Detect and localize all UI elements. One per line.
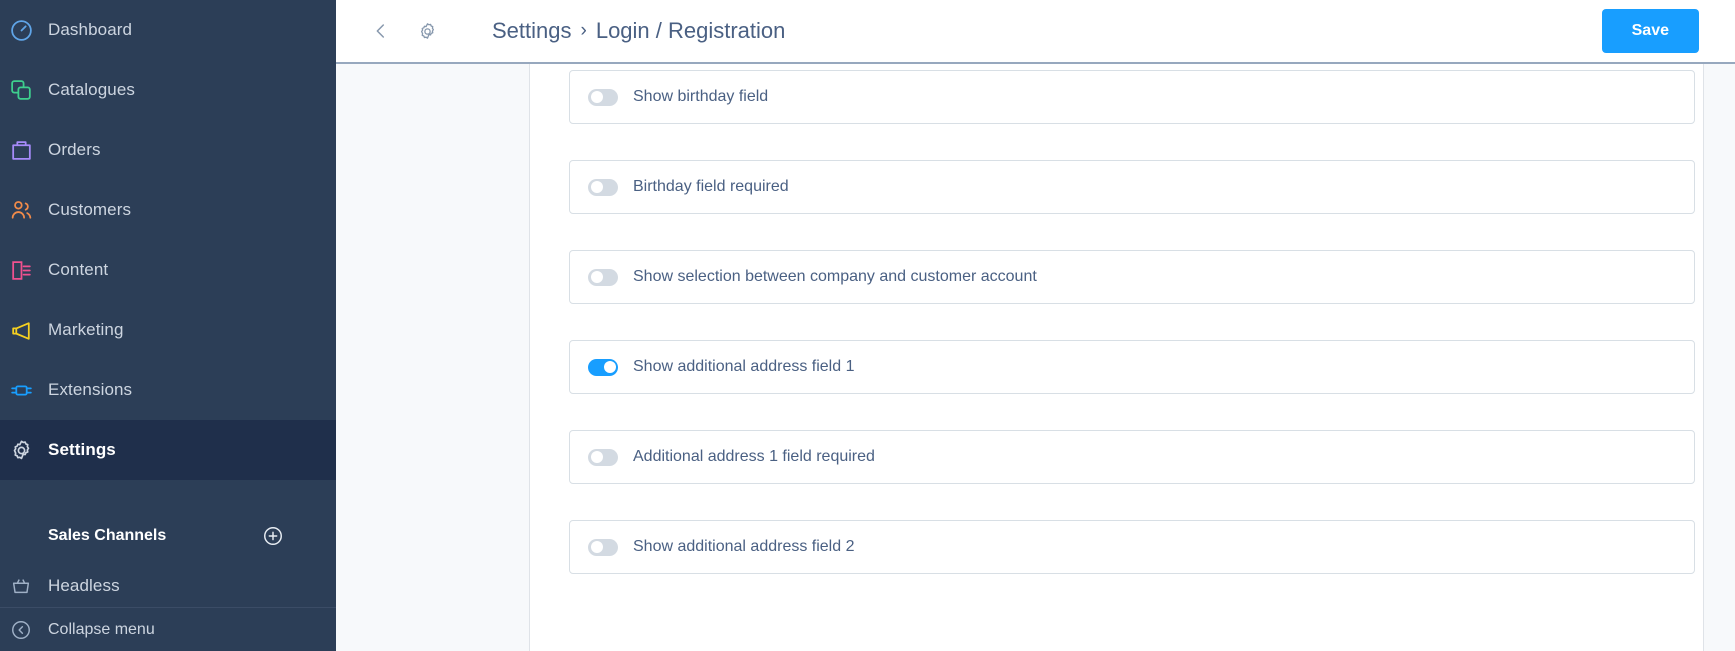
sidebar-item-dashboard[interactable]: Dashboard	[0, 0, 336, 60]
setting-row-label: Birthday field required	[633, 178, 789, 195]
toggle-switch[interactable]	[588, 178, 618, 196]
setting-row-label: Show additional address field 1	[633, 358, 855, 375]
toggle-knob	[590, 91, 603, 103]
right-rail	[1703, 64, 1735, 651]
customers-icon	[0, 198, 48, 223]
sidebar-item-extensions[interactable]: Extensions	[0, 360, 336, 420]
setting-row[interactable]: Show additional address field 1	[569, 340, 1695, 394]
extensions-icon	[0, 378, 48, 403]
sidebar-item-settings[interactable]: Settings	[0, 420, 336, 480]
sidebar-item-content[interactable]: Content	[0, 240, 336, 300]
admin-window: Dashboard Catalogues Orders Customers Co…	[0, 0, 1735, 651]
breadcrumb-current: Login / Registration	[595, 18, 786, 43]
toggle-switch[interactable]	[588, 88, 618, 106]
breadcrumb: Settings › Login / Registration	[492, 18, 785, 44]
content-area: Show birthday field Birthday field requir…	[336, 64, 1735, 651]
toggle-knob	[603, 361, 616, 373]
save-button[interactable]: Save	[1601, 9, 1699, 53]
setting-row-label: Show additional address field 2	[633, 538, 855, 555]
sidebar-item-label: Headless	[48, 576, 120, 595]
chevron-left-circle-icon	[0, 619, 48, 641]
sidebar-item-customers[interactable]: Customers	[0, 180, 336, 240]
breadcrumb-root[interactable]: Settings	[492, 18, 572, 44]
toggle-knob	[590, 181, 603, 193]
setting-row-label: Show selection between company and custo…	[633, 268, 1037, 285]
sidebar-item-catalogues[interactable]: Catalogues	[0, 60, 336, 120]
toggle-switch[interactable]	[588, 358, 618, 376]
toggle-knob	[590, 451, 603, 463]
setting-row[interactable]: Show selection between company and custo…	[569, 250, 1695, 304]
content-icon	[0, 258, 48, 283]
sidebar-item-label: Content	[48, 260, 109, 279]
main-area: Settings › Login / Registration Save Sho…	[336, 0, 1735, 651]
sales-channels-header: Sales Channels	[0, 508, 336, 564]
left-rail	[336, 64, 530, 651]
topbar-gear-icon[interactable]	[410, 14, 444, 48]
setting-row-label: Additional address 1 field required	[633, 448, 875, 465]
sidebar-item-label: Catalogues	[48, 80, 136, 99]
toggle-knob	[590, 271, 603, 283]
setting-row[interactable]: Additional address 1 field required	[569, 430, 1695, 484]
sidebar-item-label: Extensions	[48, 380, 133, 399]
toggle-switch[interactable]	[588, 448, 618, 466]
collapse-menu-label: Collapse menu	[48, 620, 155, 638]
toggle-switch[interactable]	[588, 268, 618, 286]
sidebar-item-label: Dashboard	[48, 20, 133, 39]
sales-channels-title: Sales Channels	[48, 527, 167, 544]
orders-icon	[0, 138, 48, 163]
gear-icon	[0, 438, 48, 463]
dashboard-icon	[0, 18, 48, 43]
setting-row[interactable]: Show birthday field	[569, 70, 1695, 124]
setting-row-label: Show birthday field	[633, 88, 769, 105]
sidebar-item-marketing[interactable]: Marketing	[0, 300, 336, 360]
sidebar-item-label: Customers	[48, 200, 132, 219]
headless-icon	[0, 575, 48, 597]
topbar: Settings › Login / Registration Save	[336, 0, 1735, 64]
marketing-icon	[0, 318, 48, 343]
sidebar-item-orders[interactable]: Orders	[0, 120, 336, 180]
breadcrumb-separator-icon: ›	[580, 20, 587, 41]
setting-row[interactable]: Birthday field required	[569, 160, 1695, 214]
settings-panel: Show birthday field Birthday field requir…	[530, 64, 1703, 651]
sidebar-item-label: Settings	[48, 440, 116, 459]
plus-circle-icon[interactable]	[262, 525, 284, 547]
sidebar-item-label: Orders	[48, 140, 101, 159]
setting-row[interactable]: Show additional address field 2	[569, 520, 1695, 574]
catalogues-icon	[0, 78, 48, 103]
toggle-knob	[590, 541, 603, 553]
settings-list: Show birthday field Birthday field requir…	[569, 64, 1695, 610]
collapse-menu-button[interactable]: Collapse menu	[0, 607, 336, 651]
chevron-left-icon[interactable]	[364, 14, 398, 48]
toggle-switch[interactable]	[588, 538, 618, 556]
sidebar-item-label: Marketing	[48, 320, 124, 339]
sidebar: Dashboard Catalogues Orders Customers Co…	[0, 0, 336, 651]
sidebar-item-headless[interactable]: Headless	[0, 564, 336, 608]
